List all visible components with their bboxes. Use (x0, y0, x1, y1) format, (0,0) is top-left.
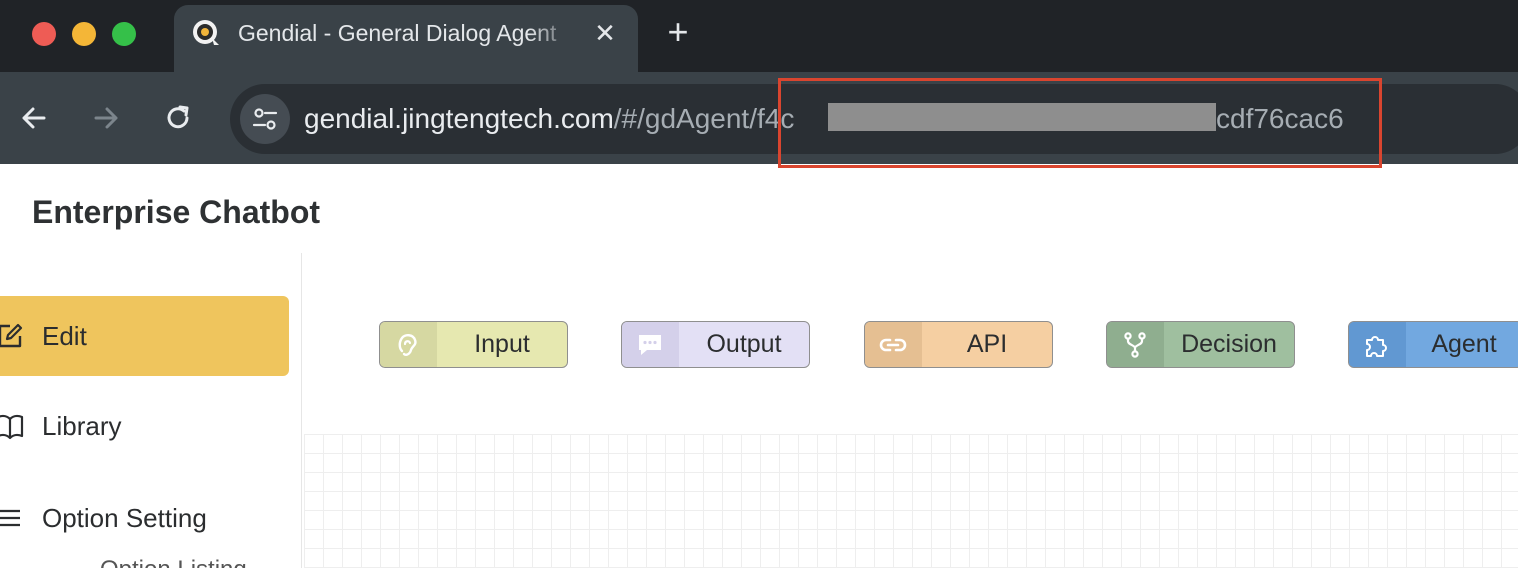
plus-icon[interactable]: + (660, 14, 696, 50)
sidebar-item-label: Library (42, 411, 122, 441)
node-label: Agent (1431, 330, 1497, 358)
node-decision[interactable]: Decision (1106, 321, 1295, 368)
tab-title: Gendial - General Dialog Agent (238, 20, 557, 46)
reload-icon[interactable] (162, 102, 194, 134)
tab-strip: Gendial - General Dialog Agent ✕ + (0, 0, 1518, 72)
node-label: Decision (1181, 330, 1277, 358)
chat-bubble-icon (639, 335, 661, 355)
arrow-right-icon[interactable] (90, 102, 122, 134)
node-output[interactable]: Output (621, 321, 810, 368)
ear-icon (398, 334, 417, 356)
page-title: Enterprise Chatbot (32, 194, 321, 230)
gendial-logo-icon (193, 20, 219, 45)
sidebar-item-library[interactable]: Library (0, 386, 289, 466)
node-api[interactable]: API (864, 321, 1053, 368)
book-icon (0, 414, 24, 440)
node-label: API (966, 330, 1008, 358)
site-info-button[interactable] (240, 94, 290, 144)
maximize-window-button[interactable] (112, 22, 136, 46)
node-label: Output (706, 330, 782, 358)
tune-icon (252, 108, 278, 130)
sidebar-item-edit[interactable]: Edit (0, 296, 289, 376)
sidebar-item-option-setting[interactable]: Option Setting (0, 478, 289, 558)
highlight-annotation (778, 78, 1382, 168)
link-icon (879, 338, 907, 352)
close-window-button[interactable] (32, 22, 56, 46)
minimize-window-button[interactable] (72, 22, 96, 46)
branch-icon (1124, 332, 1146, 358)
sidebar-subitem-option-listing[interactable]: Option Listing (100, 556, 247, 568)
node-agent[interactable]: Agent (1348, 321, 1518, 368)
sidebar-item-label: Edit (42, 321, 87, 351)
flow-canvas[interactable] (304, 434, 1518, 568)
url-path: /#/gdAgent/f4c (613, 103, 795, 134)
node-label: Input (474, 330, 530, 358)
menu-icon (0, 509, 20, 527)
close-icon[interactable]: ✕ (590, 18, 620, 48)
sidebar-divider (301, 253, 302, 568)
sidebar-item-label: Option Setting (42, 503, 207, 533)
url-text[interactable]: gendial.jingtengtech.com/#/gdAgent/f4c (304, 100, 794, 138)
node-input[interactable]: Input (379, 321, 568, 368)
puzzle-icon (1366, 336, 1387, 357)
edit-icon (0, 323, 23, 348)
url-host: gendial.jingtengtech.com (304, 103, 614, 134)
arrow-left-icon[interactable] (18, 102, 50, 134)
